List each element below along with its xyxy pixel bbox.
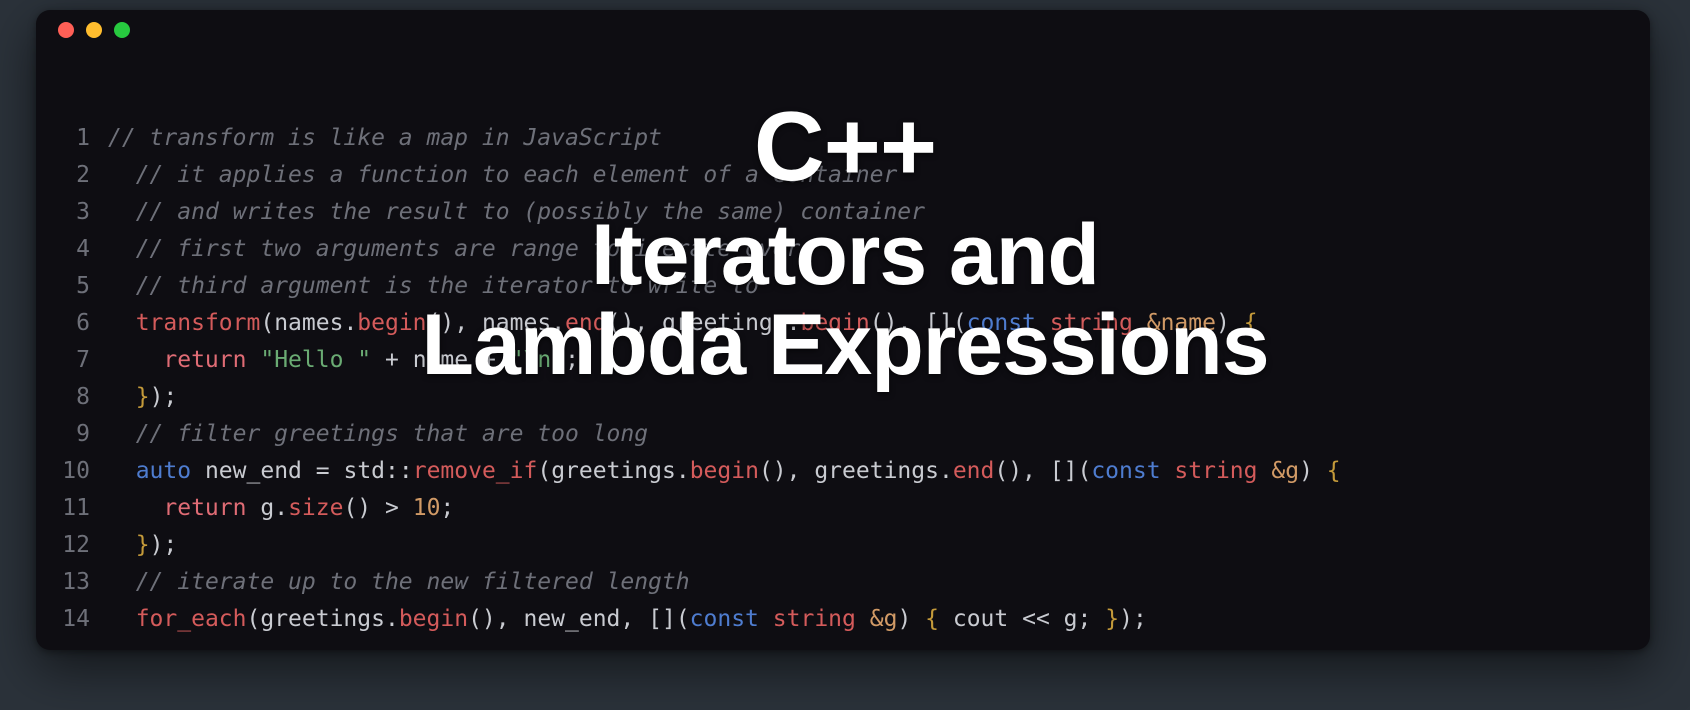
line-number: 4 bbox=[56, 231, 108, 268]
line-number: 14 bbox=[56, 601, 108, 638]
zoom-icon[interactable] bbox=[114, 22, 130, 38]
line-number: 12 bbox=[56, 527, 108, 564]
minimize-icon[interactable] bbox=[86, 22, 102, 38]
line-number: 6 bbox=[56, 305, 108, 342]
code-line: 4 // first two arguments are range to it… bbox=[56, 231, 1630, 268]
line-content: return g.size() > 10; bbox=[108, 490, 1630, 527]
line-content: auto new_end = std::remove_if(greetings.… bbox=[108, 453, 1630, 490]
line-content: // and writes the result to (possibly th… bbox=[108, 194, 1630, 231]
line-content: }); bbox=[108, 527, 1630, 564]
line-content: return "Hello " + name + "\n"; bbox=[108, 342, 1630, 379]
line-content: // transform is like a map in JavaScript bbox=[108, 120, 1630, 157]
line-number: 5 bbox=[56, 268, 108, 305]
code-line: 3 // and writes the result to (possibly … bbox=[56, 194, 1630, 231]
line-number: 3 bbox=[56, 194, 108, 231]
window-titlebar bbox=[36, 10, 1650, 50]
line-content: transform(names.begin(), names.end(), gr… bbox=[108, 305, 1630, 342]
line-number: 10 bbox=[56, 453, 108, 490]
close-icon[interactable] bbox=[58, 22, 74, 38]
code-window: 1// transform is like a map in JavaScrip… bbox=[36, 10, 1650, 650]
line-content: // iterate up to the new filtered length bbox=[108, 564, 1630, 601]
line-content: // first two arguments are range to iter… bbox=[108, 231, 1630, 268]
code-line: 1// transform is like a map in JavaScrip… bbox=[56, 120, 1630, 157]
code-line: 11 return g.size() > 10; bbox=[56, 490, 1630, 527]
code-line: 10 auto new_end = std::remove_if(greetin… bbox=[56, 453, 1630, 490]
code-line: 13 // iterate up to the new filtered len… bbox=[56, 564, 1630, 601]
line-number: 13 bbox=[56, 564, 108, 601]
line-number: 1 bbox=[56, 120, 108, 157]
code-line: 5 // third argument is the iterator to w… bbox=[56, 268, 1630, 305]
line-content: }); bbox=[108, 379, 1630, 416]
code-line: 8 }); bbox=[56, 379, 1630, 416]
line-content: for_each(greetings.begin(), new_end, [](… bbox=[108, 601, 1630, 638]
stage: 1// transform is like a map in JavaScrip… bbox=[0, 0, 1690, 710]
code-line: 14 for_each(greetings.begin(), new_end, … bbox=[56, 601, 1630, 638]
code-line: 7 return "Hello " + name + "\n"; bbox=[56, 342, 1630, 379]
code-line: 9 // filter greetings that are too long bbox=[56, 416, 1630, 453]
code-line: 6 transform(names.begin(), names.end(), … bbox=[56, 305, 1630, 342]
line-number: 2 bbox=[56, 157, 108, 194]
code-line: 12 }); bbox=[56, 527, 1630, 564]
line-number: 9 bbox=[56, 416, 108, 453]
line-content: // filter greetings that are too long bbox=[108, 416, 1630, 453]
line-content: // third argument is the iterator to wri… bbox=[108, 268, 1630, 305]
line-number: 8 bbox=[56, 379, 108, 416]
line-number: 11 bbox=[56, 490, 108, 527]
line-content: // it applies a function to each element… bbox=[108, 157, 1630, 194]
code-line: 2 // it applies a function to each eleme… bbox=[56, 157, 1630, 194]
code-editor[interactable]: 1// transform is like a map in JavaScrip… bbox=[36, 50, 1650, 650]
line-number: 7 bbox=[56, 342, 108, 379]
